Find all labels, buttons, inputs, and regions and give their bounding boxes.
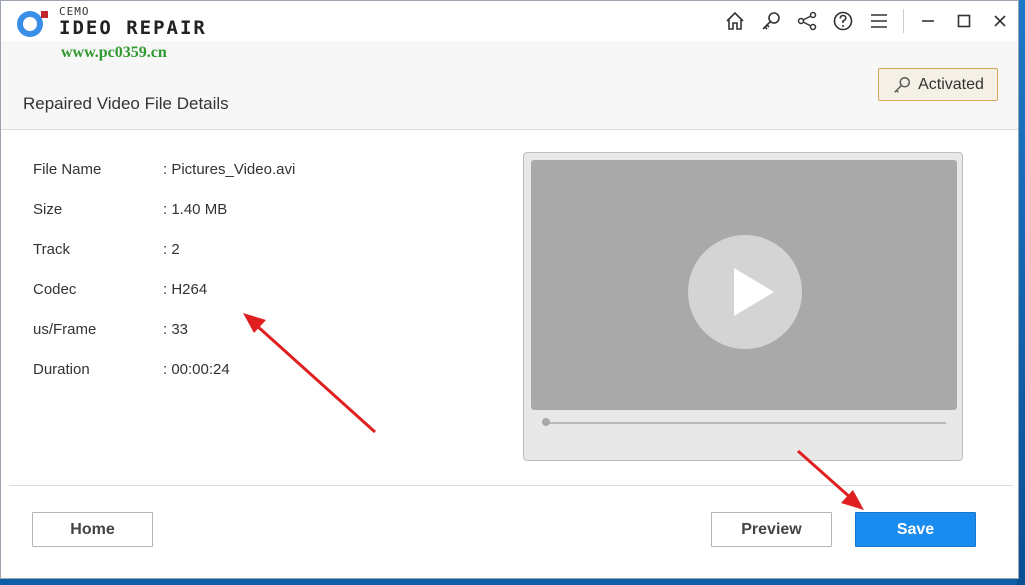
close-icon[interactable] [982,1,1018,41]
home-icon[interactable] [717,1,753,41]
video-screen[interactable] [531,160,957,410]
app-window: CEMO IDEO REPAIR Activated Repaired Vide… [0,0,1019,579]
detail-value: : 33 [163,321,189,338]
titlebar-divider [903,9,904,33]
minimize-icon[interactable] [910,1,946,41]
titlebar-controls [717,1,1018,41]
detail-value: : 1.40 MB [163,201,228,218]
play-icon [734,268,774,316]
file-details: File Name : Pictures_Video.avi Size : 1.… [33,161,295,401]
detail-label: Size [33,201,63,218]
detail-row-us-frame: us/Frame : 33 [33,321,295,361]
detail-value: : H264 [163,281,208,298]
detail-row-size: Size : 1.40 MB [33,201,295,241]
app-logo: CEMO IDEO REPAIR [9,5,209,39]
activated-label: Activated [918,75,984,93]
maximize-icon[interactable] [946,1,982,41]
detail-label: Duration [33,361,90,378]
home-button[interactable]: Home [32,512,153,547]
page-title: Repaired Video File Details [23,94,229,113]
seek-bar[interactable] [544,422,946,424]
save-button[interactable]: Save [855,512,976,547]
key-icon [894,76,911,93]
detail-value: : Pictures_Video.avi [163,161,296,178]
video-player [523,152,963,461]
activated-button[interactable]: Activated [878,68,998,101]
preview-button[interactable]: Preview [711,512,832,547]
seek-handle[interactable] [542,418,550,426]
detail-label: Track [33,241,70,258]
detail-label: File Name [33,161,102,178]
detail-label: Codec [33,281,77,298]
detail-label: us/Frame [33,321,97,338]
title-bar: CEMO IDEO REPAIR [1,1,1018,41]
detail-row-duration: Duration : 00:00:24 [33,361,295,401]
logo-name-text: IDEO REPAIR [59,17,207,39]
detail-value: : 00:00:24 [163,361,230,378]
key-icon[interactable] [753,1,789,41]
play-button[interactable] [688,235,802,349]
detail-value: : 2 [163,241,180,258]
share-icon[interactable] [789,1,825,41]
detail-row-track: Track : 2 [33,241,295,281]
detail-row-codec: Codec : H264 [33,281,295,321]
detail-row-file-name: File Name : Pictures_Video.avi [33,161,295,201]
footer-divider [9,485,1013,486]
help-icon[interactable] [825,1,861,41]
menu-icon[interactable] [861,1,897,41]
watermark-url: www.pc0359.cn [61,44,167,61]
logo-badge-icon [17,11,48,37]
